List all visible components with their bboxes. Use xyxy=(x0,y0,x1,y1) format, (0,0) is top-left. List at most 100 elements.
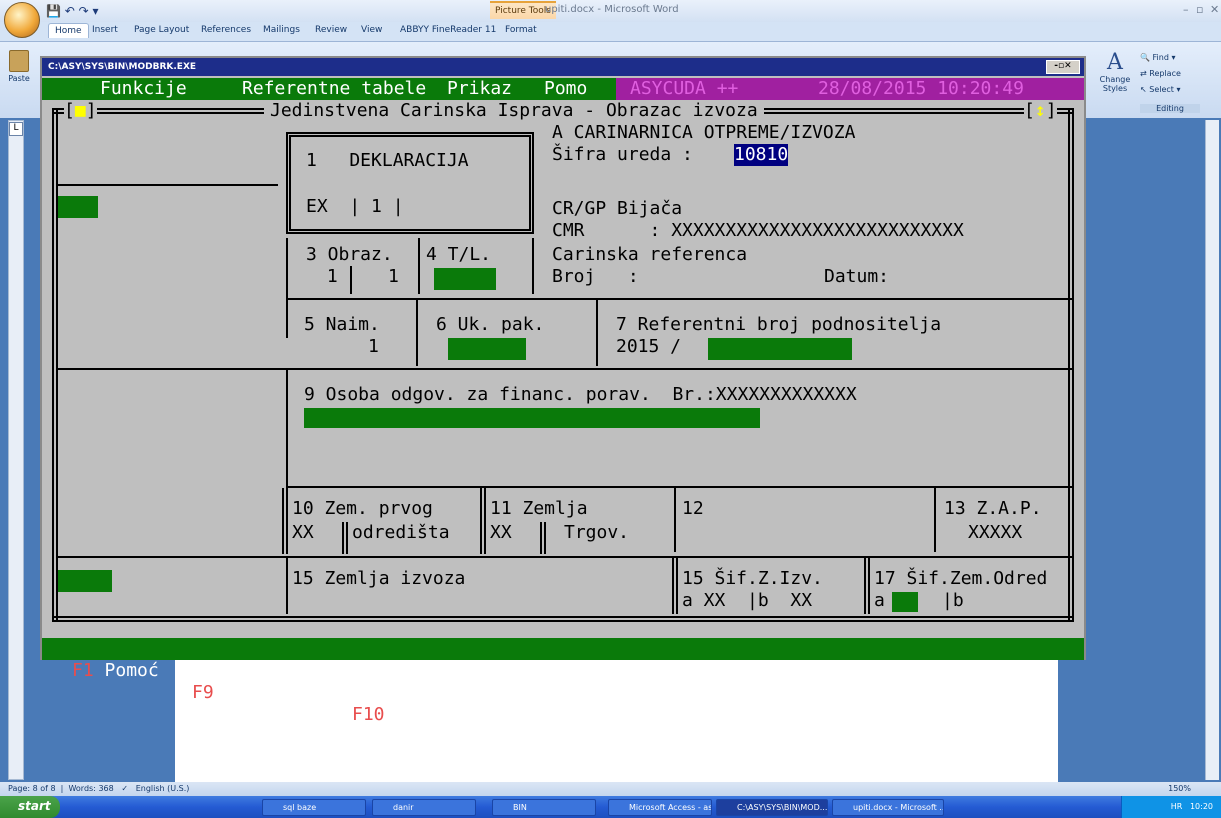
v-divider xyxy=(674,488,676,552)
tab-abbyy[interactable]: ABBYY FineReader 11 xyxy=(400,25,496,35)
vertical-ruler xyxy=(8,120,24,780)
terminal-screen[interactable]: Funkcije Referentne tabele Prikaz Pomo A… xyxy=(42,78,1084,725)
box6-field[interactable] xyxy=(448,338,526,360)
sifra-ureda-field[interactable]: 10810 xyxy=(734,144,789,166)
document-page[interactable] xyxy=(175,660,1058,782)
v-divider xyxy=(532,238,534,294)
box1-value[interactable]: EX | 1 | xyxy=(306,196,404,218)
task-bin[interactable]: BIN xyxy=(492,799,596,816)
select-button[interactable]: ↖ Select ▾ xyxy=(1140,82,1200,98)
row-divider xyxy=(58,368,1072,370)
f9-key[interactable]: F9 Lokalni Meni xyxy=(192,682,355,704)
box11-value[interactable]: XX xyxy=(490,522,512,544)
office-button[interactable] xyxy=(4,2,40,38)
box11-border xyxy=(480,488,486,554)
proofing-icon[interactable]: ✓ xyxy=(121,784,128,793)
task-modbrk[interactable]: C:\ASY\SYS\BIN\MOD... xyxy=(716,799,828,816)
close-icon[interactable]: ✕ xyxy=(1210,3,1219,16)
v-divider xyxy=(286,238,288,338)
paste-label: Paste xyxy=(8,74,30,83)
box13-label: 13 Z.A.P. xyxy=(944,498,1042,519)
box11-label: 11 Zemlja xyxy=(490,498,588,519)
f1-key[interactable]: F1 Pomoć xyxy=(72,660,159,682)
paste-button[interactable]: Paste xyxy=(5,50,33,98)
left-field-1[interactable] xyxy=(58,196,98,218)
left-field-2[interactable] xyxy=(58,570,112,592)
dos-window: C:\ASY\SYS\BIN\MODBRK.EXE -▫✕ Funkcije R… xyxy=(40,56,1086,725)
dos-title-bar: C:\ASY\SYS\BIN\MODBRK.EXE -▫✕ xyxy=(42,58,1084,76)
box3-value-2[interactable]: 1 xyxy=(388,266,399,288)
dos-window-controls[interactable]: -▫✕ xyxy=(1046,60,1080,74)
tray-language[interactable]: HR xyxy=(1171,802,1183,811)
frame-close-button[interactable]: [■] xyxy=(64,100,97,122)
app-status-area: ASYCUDA ++ 28/08/2015 10:20:49 xyxy=(616,78,1084,100)
a-carinarnica-label: A CARINARNICA OTPREME/IZVOZA xyxy=(552,122,856,143)
box17-label: 17 Šif.Zem.Odred xyxy=(874,568,1048,589)
frame-resize-button[interactable]: [↕] xyxy=(1024,100,1057,122)
box10-value[interactable]: XX xyxy=(292,522,314,544)
row-divider xyxy=(58,556,1072,558)
menu-funkcije[interactable]: Funkcije xyxy=(100,78,187,100)
zoom-level[interactable]: 150% xyxy=(1168,784,1191,793)
task-word[interactable]: upiti.docx - Microsoft ... xyxy=(832,799,944,816)
menu-pomoc[interactable]: Pomo xyxy=(544,78,587,100)
box7-label: 7 Referentni broj podnositelja xyxy=(616,314,942,335)
replace-button[interactable]: ⇄ Replace xyxy=(1140,66,1200,82)
change-styles-button[interactable]: A Change Styles xyxy=(1095,50,1135,110)
box9-field[interactable] xyxy=(304,408,760,428)
ruler-toggle-icon[interactable]: L xyxy=(9,122,23,136)
v-divider xyxy=(418,238,420,294)
language[interactable]: English (U.S.) xyxy=(136,784,190,793)
form-title: Jedinstvena Carinska Isprava - Obrazac i… xyxy=(264,100,764,122)
tab-references[interactable]: References xyxy=(201,25,251,35)
styles-icon: A xyxy=(1107,50,1123,75)
box10-sublabel: odredišta xyxy=(352,522,450,543)
quick-access-toolbar[interactable]: 💾 ↶ ↷ ▾ xyxy=(46,4,99,18)
editing-group-label: Editing xyxy=(1140,104,1200,113)
tab-page-layout[interactable]: Page Layout xyxy=(134,25,189,35)
task-sql-baze[interactable]: sql baze xyxy=(262,799,366,816)
start-label: start xyxy=(18,799,51,813)
vertical-scrollbar[interactable] xyxy=(1205,120,1219,780)
task-danir[interactable]: danir xyxy=(372,799,476,816)
box3-label: 3 Obraz. xyxy=(306,244,393,265)
maximize-icon[interactable]: ▫ xyxy=(1196,3,1203,16)
tab-view[interactable]: View xyxy=(361,25,382,35)
tray-clock[interactable]: 10:20 xyxy=(1190,802,1213,811)
box17-a-field[interactable] xyxy=(892,592,918,612)
tab-insert[interactable]: Insert xyxy=(92,25,118,35)
box15b-value[interactable]: a XX |b XX xyxy=(682,590,812,612)
box3-value[interactable]: 1 xyxy=(316,266,370,288)
tab-format[interactable]: Format xyxy=(505,25,537,35)
box1-label: 1 DEKLARACIJA xyxy=(306,150,469,171)
tab-review[interactable]: Review xyxy=(315,25,347,35)
menu-referentne-tabele[interactable]: Referentne tabele xyxy=(242,78,426,100)
box11-sublabel: Trgov. xyxy=(564,522,630,543)
sifra-ureda-label: Šifra ureda : xyxy=(552,144,693,165)
find-button[interactable]: 🔍 Find ▾ xyxy=(1140,50,1200,66)
select-label: Select xyxy=(1149,85,1174,94)
start-button[interactable]: start xyxy=(0,796,60,818)
box4-field[interactable] xyxy=(434,268,496,290)
minimize-icon[interactable]: – xyxy=(1183,3,1189,16)
datetime: 28/08/2015 10:20:49 xyxy=(818,78,1024,99)
word-count[interactable]: Words: 368 xyxy=(68,784,113,793)
task-access[interactable]: Microsoft Access - as... xyxy=(608,799,712,816)
menu-prikaz[interactable]: Prikaz xyxy=(447,78,512,100)
page-count[interactable]: Page: 8 of 8 xyxy=(8,784,56,793)
cmr-field[interactable]: CMR : XXXXXXXXXXXXXXXXXXXXXXXXXXX xyxy=(552,220,964,242)
word-status-bar: Page: 8 of 8 | Words: 368 ✓ English (U.S… xyxy=(0,782,1221,796)
box17-b-label[interactable]: |b xyxy=(942,590,964,612)
box10-inner-border xyxy=(342,522,348,554)
datum-label: Datum: xyxy=(824,266,890,287)
f10-key[interactable]: F10 Meni xyxy=(352,704,439,726)
v-divider xyxy=(596,300,598,366)
box13-value[interactable]: XXXXX xyxy=(968,522,1022,544)
box17-a-label: a xyxy=(874,590,885,611)
box7-year: 2015 / xyxy=(616,336,682,357)
box7-field[interactable] xyxy=(708,338,852,360)
tab-mailings[interactable]: Mailings xyxy=(263,25,300,35)
window-title: upiti.docx - Microsoft Word xyxy=(545,4,679,15)
tab-home[interactable]: Home xyxy=(48,23,89,38)
box5-value[interactable]: 1 xyxy=(368,336,379,358)
